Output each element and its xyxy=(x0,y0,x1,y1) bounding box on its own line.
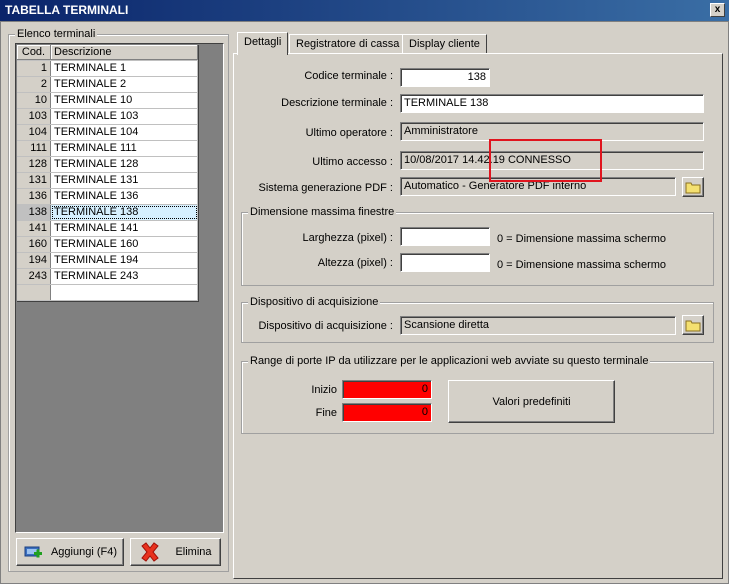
row-cod: 131 xyxy=(17,173,51,188)
row-cod: 194 xyxy=(17,253,51,268)
add-button[interactable]: Aggiungi (F4) xyxy=(16,538,124,566)
table-row[interactable]: 1 TERMINALE 1 xyxy=(17,61,198,77)
row-cod: 141 xyxy=(17,221,51,236)
row-cod: 138 xyxy=(17,205,51,220)
sistema-pdf-label: Sistema generazione PDF : xyxy=(258,182,393,194)
connection-status-highlight xyxy=(489,139,602,182)
table-row[interactable]: 136 TERMINALE 136 xyxy=(17,189,198,205)
row-descrizione: TERMINALE 111 xyxy=(51,141,198,156)
larghezza-hint: 0 = Dimensione massima schermo xyxy=(497,233,667,245)
delete-button-label: Elimina xyxy=(175,546,212,558)
row-descrizione: TERMINALE 194 xyxy=(51,253,198,268)
fine-field[interactable]: 0 xyxy=(342,403,432,422)
table-row[interactable]: 141 TERMINALE 141 xyxy=(17,221,198,237)
table-row[interactable]: 104 TERMINALE 104 xyxy=(17,125,198,141)
column-header-cod[interactable]: Cod. xyxy=(17,45,51,60)
row-descrizione: TERMINALE 160 xyxy=(51,237,198,252)
delete-x-icon xyxy=(141,542,160,562)
row-descrizione: TERMINALE 128 xyxy=(51,157,198,172)
row-cod: 136 xyxy=(17,189,51,204)
add-button-label: Aggiungi (F4) xyxy=(50,546,118,558)
row-descrizione: TERMINALE 2 xyxy=(51,77,198,92)
row-descrizione: TERMINALE 1 xyxy=(51,61,198,76)
window-title-bar: TABELLA TERMINALI x xyxy=(0,0,729,21)
window-title: TABELLA TERMINALI xyxy=(5,3,129,17)
dispositivo-acquisizione-label: Dispositivo di acquisizione : xyxy=(258,320,393,332)
pdf-browse-button[interactable] xyxy=(682,177,704,197)
row-descrizione: TERMINALE 138 xyxy=(51,205,198,220)
folder-icon xyxy=(685,320,701,331)
altezza-hint: 0 = Dimensione massima schermo xyxy=(497,259,667,271)
table-row[interactable]: 2 TERMINALE 2 xyxy=(17,77,198,93)
table-row[interactable]: 160 TERMINALE 160 xyxy=(17,237,198,253)
row-cod: 111 xyxy=(17,141,51,156)
tab-display-cliente[interactable]: Display cliente xyxy=(402,34,487,54)
acquisizione-browse-button[interactable] xyxy=(682,315,704,335)
table-row[interactable]: 128 TERMINALE 128 xyxy=(17,157,198,173)
dimensione-group: Dimensione massima finestre xyxy=(241,205,714,286)
tab-dettagli[interactable]: Dettagli xyxy=(237,32,289,55)
altezza-field[interactable] xyxy=(400,253,490,272)
table-row[interactable]: 131 TERMINALE 131 xyxy=(17,173,198,189)
inizio-field[interactable]: 0 xyxy=(342,380,432,399)
table-row[interactable]: 111 TERMINALE 111 xyxy=(17,141,198,157)
valori-predefiniti-button[interactable]: Valori predefiniti xyxy=(448,380,615,423)
row-cod: 103 xyxy=(17,109,51,124)
table-row[interactable]: 243 TERMINALE 243 xyxy=(17,269,198,285)
row-cod: 243 xyxy=(17,269,51,284)
tab-registratore-di-cassa[interactable]: Registratore di cassa xyxy=(289,34,407,54)
row-cod: 2 xyxy=(17,77,51,92)
table-row[interactable]: 138 TERMINALE 138 xyxy=(17,205,198,221)
row-cod xyxy=(17,285,51,300)
row-cod: 104 xyxy=(17,125,51,140)
range-porte-group-title: Range di porte IP da utilizzare per le a… xyxy=(248,354,651,368)
terminals-grid[interactable]: Cod. Descrizione 1 TERMINALE 1 2 TERMINALE … xyxy=(17,45,199,302)
grid-header: Cod. Descrizione xyxy=(17,45,198,61)
table-row[interactable] xyxy=(17,285,198,301)
larghezza-field[interactable] xyxy=(400,227,490,246)
fine-label: Fine xyxy=(315,407,337,419)
table-row[interactable]: 103 TERMINALE 103 xyxy=(17,109,198,125)
close-button[interactable]: x xyxy=(710,3,725,17)
delete-button[interactable]: Elimina xyxy=(130,538,221,566)
descrizione-terminale-field[interactable]: TERMINALE 138 xyxy=(400,94,704,113)
larghezza-label: Larghezza (pixel) : xyxy=(302,232,394,244)
row-cod: 1 xyxy=(17,61,51,76)
row-descrizione: TERMINALE 141 xyxy=(51,221,198,236)
ultimo-accesso-label: Ultimo accesso : xyxy=(312,156,393,168)
row-descrizione: TERMINALE 104 xyxy=(51,125,198,140)
dispositivo-acquisizione-field: Scansione diretta xyxy=(400,316,676,335)
add-terminal-icon xyxy=(24,546,42,558)
row-descrizione: TERMINALE 103 xyxy=(51,109,198,124)
descrizione-terminale-label: Descrizione terminale : xyxy=(281,97,393,109)
row-cod: 160 xyxy=(17,237,51,252)
altezza-label: Altezza (pixel) : xyxy=(317,257,393,269)
ultimo-operatore-label: Ultimo operatore : xyxy=(305,127,393,139)
codice-terminale-field[interactable]: 138 xyxy=(400,68,490,87)
folder-icon xyxy=(685,182,701,193)
row-cod: 128 xyxy=(17,157,51,172)
row-descrizione: TERMINALE 131 xyxy=(51,173,198,188)
terminals-grid-area: Cod. Descrizione 1 TERMINALE 1 2 TERMINALE … xyxy=(15,43,224,533)
column-header-descrizione[interactable]: Descrizione xyxy=(51,45,198,60)
table-row[interactable]: 10 TERMINALE 10 xyxy=(17,93,198,109)
codice-terminale-label: Codice terminale : xyxy=(304,70,393,82)
inizio-label: Inizio xyxy=(311,384,337,396)
row-descrizione: TERMINALE 243 xyxy=(51,269,198,284)
dimensione-group-title: Dimensione massima finestre xyxy=(248,205,397,219)
row-descrizione xyxy=(51,285,198,300)
row-descrizione: TERMINALE 136 xyxy=(51,189,198,204)
row-descrizione: TERMINALE 10 xyxy=(51,93,198,108)
table-row[interactable]: 194 TERMINALE 194 xyxy=(17,253,198,269)
row-cod: 10 xyxy=(17,93,51,108)
acquisizione-group-title: Dispositivo di acquisizione xyxy=(248,295,381,309)
terminals-group-title: Elenco terminali xyxy=(15,27,98,41)
